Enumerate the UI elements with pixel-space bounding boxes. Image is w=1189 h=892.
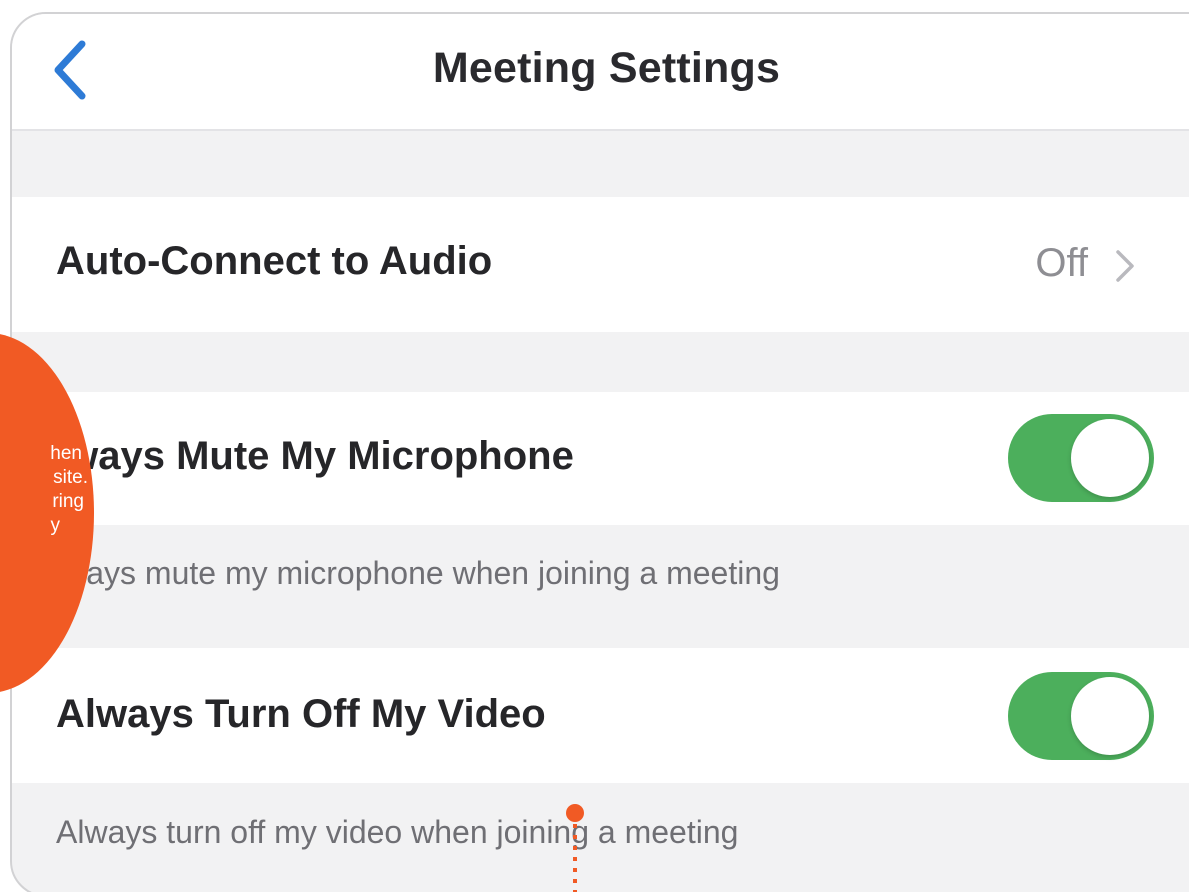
- callout-line: ring: [52, 491, 84, 512]
- callout-line: hen: [50, 443, 82, 464]
- auto-connect-audio-label: Auto-Connect to Audio: [56, 239, 493, 283]
- toggle-knob: [1071, 419, 1149, 497]
- callout-pointer-line: [573, 824, 577, 892]
- turn-off-video-row: Always Turn Off My Video: [12, 648, 1189, 783]
- callout-line: ​: [0, 418, 90, 442]
- callout-text: ​ hen site. ring y: [0, 418, 90, 538]
- phone-screen: Meeting Settings Auto-Connect to Audio O…: [10, 12, 1189, 892]
- turn-off-video-toggle[interactable]: [1008, 672, 1154, 760]
- mute-microphone-row: lways Mute My Microphone: [12, 392, 1189, 525]
- mute-microphone-description: lways mute my microphone when joining a …: [56, 555, 780, 591]
- turn-off-video-label: Always Turn Off My Video: [56, 692, 546, 736]
- auto-connect-audio-row[interactable]: Auto-Connect to Audio Off: [12, 197, 1189, 332]
- mute-microphone-label: lways Mute My Microphone: [56, 434, 574, 478]
- navigation-bar: Meeting Settings: [12, 14, 1189, 131]
- chevron-right-icon: [1116, 250, 1134, 282]
- callout-line: site.: [53, 467, 88, 488]
- callout-pointer-dot: [566, 804, 584, 822]
- toggle-knob: [1071, 677, 1149, 755]
- auto-connect-audio-value: Off: [1035, 241, 1088, 285]
- page-title: Meeting Settings: [432, 44, 781, 92]
- turn-off-video-description: Always turn off my video when joining a …: [56, 814, 739, 850]
- callout-line: y: [50, 515, 61, 536]
- mute-microphone-toggle[interactable]: [1008, 414, 1154, 502]
- screenshot-stage: Meeting Settings Auto-Connect to Audio O…: [0, 0, 1189, 892]
